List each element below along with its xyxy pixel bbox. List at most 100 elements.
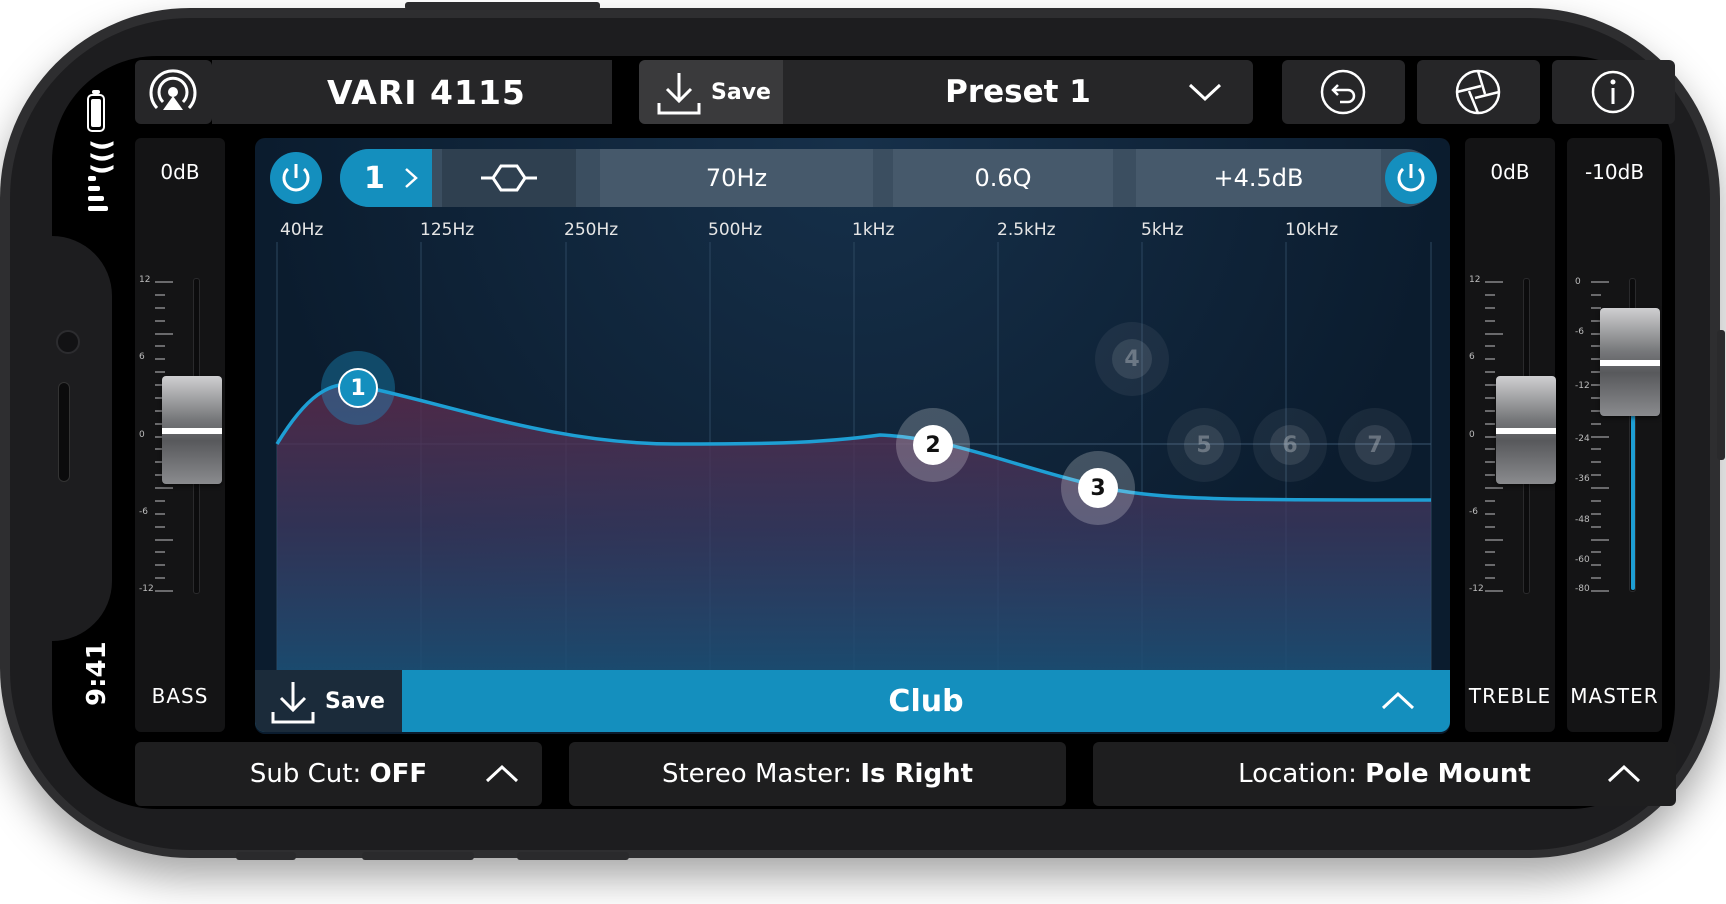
wifi-icon: ))) [86, 139, 117, 175]
hardware-button [1717, 330, 1725, 460]
eq-save-label: Save [325, 688, 385, 714]
eq-save-button[interactable]: Save [255, 670, 402, 732]
scale-tick [155, 525, 165, 528]
scale-tick [1485, 487, 1503, 489]
scale-tick [1591, 474, 1601, 477]
chevron-right-icon [405, 168, 418, 188]
device-name: VARI 4115 [212, 60, 612, 124]
scale-tick [1485, 358, 1495, 361]
scale-tick [1591, 487, 1609, 489]
band-selector[interactable]: 1 [340, 149, 432, 207]
scale-tick [155, 499, 165, 502]
treble-slider-handle[interactable] [1496, 376, 1556, 484]
scale-tick [1591, 448, 1601, 451]
scale-tick [155, 332, 173, 335]
undo-button[interactable] [1282, 60, 1405, 124]
scale-tick [155, 371, 165, 374]
save-label: Save [711, 79, 771, 105]
eq-preset-name: Club [888, 683, 964, 719]
frequency-field[interactable]: 70Hz [600, 149, 873, 207]
master-slider-handle[interactable] [1600, 308, 1660, 416]
hardware-button [236, 852, 296, 860]
freq-label: 250Hz [564, 220, 619, 240]
broadcast-button[interactable] [135, 60, 212, 124]
save-button[interactable]: Save [639, 60, 783, 124]
power-icon [282, 164, 310, 192]
signal-icon [88, 176, 108, 246]
scale-tick [1485, 499, 1495, 502]
sub-cut-selector[interactable]: Sub Cut: OFF [135, 742, 542, 806]
scale-label: 0 [139, 429, 145, 440]
hardware-button [405, 2, 600, 10]
location-value: Pole Mount [1365, 759, 1531, 789]
scale-tick [1485, 590, 1503, 592]
settings-button[interactable] [1417, 60, 1540, 124]
stereo-master-value: Is Right [860, 759, 974, 789]
info-icon [1591, 70, 1635, 114]
scale-tick [1591, 422, 1601, 425]
eq-node-5-label: 5 [1184, 425, 1224, 465]
eq-power-button[interactable] [270, 152, 322, 204]
stereo-master-label: Stereo Master: [661, 759, 861, 789]
hardware-button [362, 852, 474, 860]
eq-node-5[interactable]: 5 [1167, 408, 1241, 482]
stereo-master-selector[interactable]: Stereo Master: Is Right [569, 742, 1066, 806]
scale-tick [1485, 551, 1495, 554]
battery-icon [87, 90, 105, 132]
location-selector[interactable]: Location: Pole Mount [1093, 742, 1676, 806]
scale-tick [155, 551, 165, 554]
scale-label: 0 [1575, 277, 1581, 287]
eq-node-7[interactable]: 7 [1338, 408, 1412, 482]
scale-label: -6 [1469, 506, 1478, 517]
scale-tick [1591, 512, 1601, 515]
scale-tick [1591, 435, 1609, 438]
eq-node-1[interactable]: 1 [338, 368, 378, 408]
freq-label: 500Hz [708, 220, 763, 240]
bass-slider-handle[interactable] [162, 376, 222, 484]
freq-label: 2.5kHz [997, 220, 1056, 240]
band-bar: 1 70Hz 0.6Q +4.5dB [340, 149, 1435, 207]
scale-label: -80 [1575, 584, 1590, 594]
speaker [58, 382, 70, 482]
freq-label: 1kHz [852, 220, 895, 240]
gain-field[interactable]: +4.5dB [1136, 149, 1381, 207]
master-label: MASTER [1570, 684, 1659, 708]
scale-tick [1485, 371, 1495, 374]
eq-node-3[interactable]: 3 [1078, 468, 1118, 508]
scale-tick [1591, 499, 1601, 502]
scale-label: 6 [139, 352, 145, 363]
band-power-button[interactable] [1385, 152, 1437, 204]
sub-cut-value: OFF [369, 759, 428, 789]
scale-tick [155, 358, 165, 361]
scale-tick [1591, 293, 1601, 296]
scale-label: 12 [1469, 275, 1481, 285]
master-value: -10dB [1584, 160, 1645, 184]
scale-tick [1485, 448, 1495, 451]
scale-tick [1485, 306, 1495, 309]
scale-tick [155, 512, 165, 515]
info-button[interactable] [1552, 60, 1675, 124]
q-field[interactable]: 0.6Q [893, 149, 1113, 207]
eq-node-2[interactable]: 2 [913, 425, 953, 465]
scale-tick [1591, 306, 1601, 309]
scale-label: -12 [1575, 381, 1590, 391]
bell-filter-icon [481, 164, 537, 192]
scale-label: -6 [139, 506, 148, 517]
scale-label: -36 [1575, 474, 1590, 484]
broadcast-icon [149, 69, 197, 110]
chevron-up-icon[interactable] [1380, 690, 1416, 712]
scale-tick [155, 281, 173, 283]
scale-tick [1485, 538, 1503, 541]
preset-selector[interactable]: Preset 1 [783, 60, 1253, 124]
scale-tick [155, 590, 173, 592]
bass-value: 0dB [160, 160, 200, 184]
clock: 9:41 [82, 641, 112, 706]
eq-node-7-label: 7 [1355, 425, 1395, 465]
status-bar: ))) 9:41 [80, 86, 117, 746]
filter-type-button[interactable] [442, 149, 576, 207]
scale-tick [1591, 590, 1609, 592]
eq-node-6[interactable]: 6 [1253, 408, 1327, 482]
eq-node-4[interactable]: 4 [1095, 322, 1169, 396]
scale-tick [155, 345, 165, 348]
scale-tick [155, 293, 165, 296]
